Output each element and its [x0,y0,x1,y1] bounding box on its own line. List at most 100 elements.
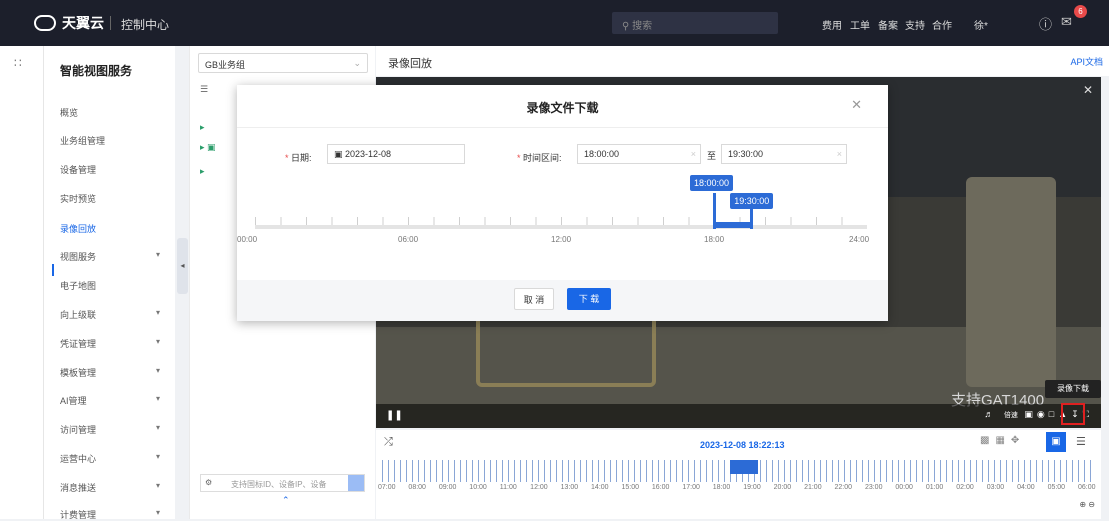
start-time-value: 18:00:00 [584,149,620,159]
sidebar: 智能视图服务 概览 业务组管理 设备管理 实时预览 录像回放 视图服务 ▾ 电子地… [44,46,175,521]
api-doc-link[interactable]: API文档 [1070,55,1103,68]
timeline-label: 11:00 [499,484,517,491]
sidebar-item-live-preview[interactable]: 实时预览 [60,192,170,205]
cloud-logo-icon [34,15,56,31]
zoom-icon[interactable]: ▣ [1024,409,1037,419]
date-field-label: * 日期: [285,153,312,163]
chevron-down-icon: ▾ [155,337,160,346]
app-rail: ∷ [0,46,44,519]
nav-tickets[interactable]: 工单 [850,17,870,32]
nav-partner[interactable]: 合作 [932,17,952,32]
search-button[interactable] [348,475,364,491]
download-button[interactable]: 下 载 [567,288,611,310]
expand-icon[interactable]: ✥ [1011,435,1025,446]
cancel-button[interactable]: 取 消 [514,288,554,310]
start-time-input[interactable]: 18:00:00 × [577,144,701,164]
tree-menu-icon[interactable]: ☰ [200,84,208,95]
shuffle-icon[interactable]: ⤮ [384,436,393,449]
range-slider-track[interactable] [255,225,867,229]
sidebar-item-business-groups[interactable]: 业务组管理 [60,134,170,147]
window-icon[interactable]: □ [1049,409,1058,419]
clear-icon[interactable]: × [691,149,696,159]
camera-icon[interactable]: ▸ [200,122,205,133]
timeline-label: 22:00 [834,484,853,491]
sidebar-item-devices[interactable]: 设备管理 [60,163,170,176]
range-scale-label: 12:00 [551,235,572,244]
current-time: 2023-12-08 18:22:13 [700,440,785,450]
sidebar-item-label: 向上级联 [60,310,97,320]
nav-filing[interactable]: 备案 [878,17,898,32]
sidebar-item-label: 业务组管理 [60,136,106,146]
sidebar-item-label: 电子地图 [60,281,97,291]
range-end-tag: 19:30:00 [730,193,774,209]
timeline-label: 00:00 [895,484,913,491]
close-icon[interactable]: ✕ [851,97,862,113]
chevron-down-icon: ▾ [155,308,160,317]
sidebar-item-push[interactable]: 消息推送 ▾ [60,481,170,494]
brand-logo[interactable]: 天翼云 [34,13,104,33]
sidebar-item-billing[interactable]: 计费管理 ▾ [60,508,170,521]
sidebar-item-credentials[interactable]: 凭证管理 ▾ [60,337,170,350]
timeline-label: 10:00 [469,484,487,491]
chevron-up-icon[interactable]: ⌃ [282,495,290,506]
sidebar-item-operations[interactable]: 运营中心 ▾ [60,452,170,465]
search-placeholder: 搜索 [632,21,653,32]
global-search-input[interactable]: ⚲ 搜索 [612,12,778,34]
view-toggle-button[interactable]: ▣ [1046,432,1066,452]
sidebar-collapse-handle[interactable]: ◂ [177,238,188,294]
sidebar-item-overview[interactable]: 概览 [60,106,170,119]
top-navigation-bar: 天翼云 控制中心 ⚲ 搜索 费用 工单 备案 支持 合作 徐* ⓘ ✉ 6 [0,0,1109,46]
clip-icon[interactable]: ▩ [980,435,995,446]
sidebar-item-label: 访问管理 [60,425,97,435]
zoom-in-icon[interactable]: ⊕ [1079,500,1086,509]
range-start-handle[interactable] [713,193,716,229]
chevron-down-icon: ▾ [155,366,160,375]
user-name[interactable]: 徐* [974,17,988,32]
divider [110,16,111,30]
nav-support[interactable]: 支持 [905,17,925,32]
business-group-select[interactable]: GB业务组 ⌄ [198,53,368,73]
sidebar-item-templates[interactable]: 模板管理 ▾ [60,366,170,379]
sidebar-item-label: AI管理 [60,396,87,406]
end-time-value: 19:30:00 [728,149,764,159]
timeline-recording-segment [730,460,758,474]
message-icon[interactable]: ✉ [1061,14,1072,30]
help-icon[interactable]: ⓘ [1039,14,1052,33]
sidebar-item-cascade[interactable]: 向上级联 ▾ [60,308,170,321]
pause-icon[interactable]: ❚❚ [386,410,403,421]
chevron-down-icon: ▾ [155,394,160,403]
grid-icon[interactable]: ▦ [995,435,1010,446]
zoom-out-icon[interactable]: ⊖ [1088,500,1095,509]
clear-icon[interactable]: × [837,149,842,159]
list-icon[interactable]: ☰ [1076,435,1086,448]
snapshot-icon[interactable]: ◉ [1037,409,1049,419]
camera-icon[interactable]: ▸ [200,166,205,177]
nav-billing[interactable]: 费用 [822,17,842,32]
sidebar-item-access[interactable]: 访问管理 ▾ [60,423,170,436]
sidebar-item-playback[interactable]: 录像回放 [60,222,170,235]
dialog-footer: 取 消 下 载 [237,280,888,321]
time-range-label: * 时间区间: [517,153,562,163]
selected-group: GB业务组 [205,60,246,70]
sidebar-item-label: 消息推送 [60,483,97,493]
device-node-icon[interactable]: ▸ ▣ [200,142,216,153]
speed-button[interactable]: 倍速 [1004,412,1018,419]
timeline-label: 14:00 [591,484,609,491]
date-picker[interactable]: ▣ 2023-12-08 [327,144,465,164]
chevron-down-icon: ▾ [155,481,160,490]
page-title: 录像回放 [388,58,432,70]
sidebar-item-map[interactable]: 电子地图 [60,279,170,292]
range-scale-label: 00:00 [237,235,258,244]
device-search-input[interactable]: ⚙ 支持国标ID、设备IP、设备 [200,474,365,492]
console-link[interactable]: 控制中心 [121,16,169,33]
range-end-handle[interactable] [750,209,754,229]
search-icon: ⚲ [622,21,633,32]
apps-grid-icon[interactable]: ∷ [14,56,22,70]
end-time-input[interactable]: 19:30:00 × [721,144,847,164]
sidebar-item-view-service[interactable]: 视图服务 ▾ [60,250,170,263]
close-icon[interactable]: ✕ [1083,83,1093,97]
sidebar-item-ai[interactable]: AI管理 ▾ [60,394,170,407]
timeline-label: 20:00 [773,484,792,491]
playback-timeline: ⤮ 2023-12-08 18:22:13 ▩▦✥ ▣ ☰ 07:00 08:00… [376,430,1101,519]
volume-icon[interactable]: ♬ [984,409,997,419]
